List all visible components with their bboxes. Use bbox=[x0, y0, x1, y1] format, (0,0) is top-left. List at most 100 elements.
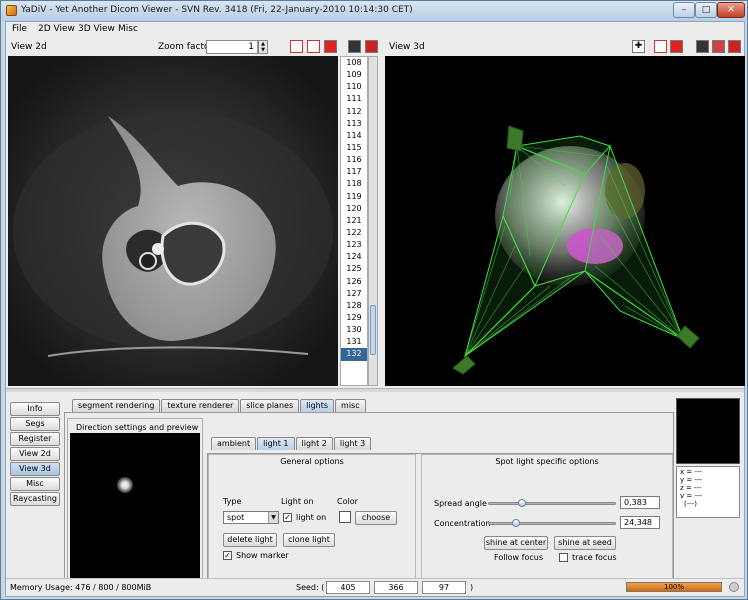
slice-item[interactable]: 111 bbox=[341, 93, 367, 105]
tab-ambient[interactable]: ambient bbox=[211, 437, 257, 450]
split-divider[interactable] bbox=[6, 388, 744, 392]
coord-y: y = --- bbox=[680, 476, 703, 484]
slice-item[interactable]: 110 bbox=[341, 81, 367, 93]
slice-item[interactable]: 113 bbox=[341, 118, 367, 130]
slice-item[interactable]: 129 bbox=[341, 312, 367, 324]
seed-close-paren: ) bbox=[470, 583, 474, 592]
slice-item[interactable]: 114 bbox=[341, 130, 367, 142]
seed-label: Seed: ( bbox=[296, 583, 325, 592]
gc-icon[interactable] bbox=[729, 582, 739, 592]
slice-item[interactable]: 116 bbox=[341, 154, 367, 166]
type-select[interactable]: spot ▼ bbox=[223, 511, 279, 524]
slice-item[interactable]: 127 bbox=[341, 288, 367, 300]
slice-item[interactable]: 120 bbox=[341, 203, 367, 215]
settings-3d-icon[interactable] bbox=[712, 40, 725, 53]
light-on-checkbox[interactable]: ✓ bbox=[283, 513, 292, 522]
slice-item[interactable]: 128 bbox=[341, 300, 367, 312]
view2d-button[interactable]: View 2d bbox=[10, 447, 60, 461]
zoom-input[interactable]: 1 bbox=[206, 40, 258, 54]
shine-at-center-button[interactable]: shine at center bbox=[484, 536, 548, 550]
info-button[interactable]: Info bbox=[10, 402, 60, 416]
direction-preview[interactable] bbox=[70, 433, 200, 585]
slice-item[interactable]: 126 bbox=[341, 276, 367, 288]
slice-item[interactable]: 112 bbox=[341, 106, 367, 118]
cube-solid-3d-icon[interactable] bbox=[670, 40, 683, 53]
spread-angle-field[interactable]: 0,383 bbox=[620, 496, 660, 509]
misc-button[interactable]: Misc bbox=[10, 477, 60, 491]
snapshot-icon[interactable] bbox=[348, 40, 361, 53]
type-label: Type bbox=[223, 497, 242, 506]
title-bar: YaDiV - Yet Another Dicom Viewer - SVN R… bbox=[1, 1, 747, 21]
menu-2d-view[interactable]: 2D View bbox=[38, 24, 75, 34]
minimize-button[interactable]: – bbox=[673, 2, 695, 18]
delete-light-button[interactable]: delete light bbox=[223, 533, 277, 547]
slice-item[interactable]: 124 bbox=[341, 251, 367, 263]
trace-focus-checkbox[interactable] bbox=[559, 553, 568, 562]
layout-icon[interactable] bbox=[290, 40, 303, 53]
slice-item[interactable]: 123 bbox=[341, 239, 367, 251]
slice-list[interactable]: 108 109 110 111 112 113 114 115 116 117 … bbox=[340, 56, 368, 386]
tab-misc[interactable]: misc bbox=[335, 399, 366, 412]
slice-item[interactable]: 130 bbox=[341, 324, 367, 336]
volume-render-view[interactable] bbox=[385, 56, 745, 386]
type-select-value: spot bbox=[227, 513, 245, 522]
register-button[interactable]: Register bbox=[10, 432, 60, 446]
menu-3d-view[interactable]: 3D View bbox=[78, 24, 115, 34]
slice-item[interactable]: 125 bbox=[341, 263, 367, 275]
cube-solid-icon[interactable] bbox=[324, 40, 337, 53]
spread-angle-track[interactable] bbox=[488, 502, 616, 505]
record-icon[interactable] bbox=[365, 40, 378, 53]
tab-segment-rendering[interactable]: segment rendering bbox=[72, 399, 161, 412]
tab-texture-renderer[interactable]: texture renderer bbox=[161, 399, 240, 412]
tab-light-3[interactable]: light 3 bbox=[333, 437, 372, 450]
slice-item[interactable]: 108 bbox=[341, 57, 367, 69]
color-swatch[interactable] bbox=[339, 511, 351, 523]
memory-usage: Memory Usage: 476 / 800 / 800MiB bbox=[10, 583, 152, 592]
seed-z-field[interactable]: 97 bbox=[422, 581, 466, 594]
tab-light-2[interactable]: light 2 bbox=[295, 437, 333, 450]
menu-file[interactable]: File bbox=[12, 24, 27, 34]
show-marker-checkbox[interactable]: ✓ bbox=[223, 551, 232, 560]
snapshot-3d-icon[interactable] bbox=[696, 40, 709, 53]
seed-y-field[interactable]: 366 bbox=[374, 581, 418, 594]
view3d-button[interactable]: View 3d bbox=[10, 462, 60, 476]
cube-outline-3d-icon[interactable] bbox=[654, 40, 667, 53]
slice-item[interactable]: 121 bbox=[341, 215, 367, 227]
segs-button[interactable]: Segs bbox=[10, 417, 60, 431]
concentration-track[interactable] bbox=[488, 522, 616, 525]
tab-slice-planes[interactable]: slice planes bbox=[240, 399, 300, 412]
axis-cross-icon[interactable]: ✚ bbox=[632, 40, 645, 53]
ct-slice-view[interactable] bbox=[8, 56, 338, 386]
spot-options-title: Spot light specific options bbox=[495, 457, 599, 466]
slice-item[interactable]: 131 bbox=[341, 336, 367, 348]
slice-item[interactable]: 122 bbox=[341, 227, 367, 239]
side-button-column: Info Segs Register View 2d View 3d Misc … bbox=[10, 402, 62, 507]
slice-item-selected[interactable]: 132 bbox=[341, 348, 367, 361]
slice-item[interactable]: 109 bbox=[341, 69, 367, 81]
choose-color-button[interactable]: choose bbox=[355, 511, 397, 525]
seed-x-field[interactable]: 405 bbox=[326, 581, 370, 594]
zoom-spinner[interactable]: ▲ ▼ bbox=[258, 40, 268, 54]
shine-at-seed-button[interactable]: shine at seed bbox=[554, 536, 616, 550]
clone-light-button[interactable]: clone light bbox=[283, 533, 335, 547]
slice-item[interactable]: 115 bbox=[341, 142, 367, 154]
tab-light-1[interactable]: light 1 bbox=[257, 437, 295, 450]
tab-lights[interactable]: lights bbox=[300, 399, 335, 412]
main-tab-bar: segment rendering texture renderer slice… bbox=[72, 399, 367, 412]
spread-angle-slider[interactable] bbox=[518, 499, 526, 507]
progress-text: 100% bbox=[663, 583, 684, 591]
concentration-slider[interactable] bbox=[512, 519, 520, 527]
slice-item[interactable]: 119 bbox=[341, 191, 367, 203]
slice-scrollbar[interactable] bbox=[368, 56, 378, 386]
record-3d-icon[interactable] bbox=[728, 40, 741, 53]
menu-misc[interactable]: Misc bbox=[118, 24, 138, 34]
slice-item[interactable]: 118 bbox=[341, 178, 367, 190]
slice-item[interactable]: 117 bbox=[341, 166, 367, 178]
concentration-field[interactable]: 24,348 bbox=[620, 516, 660, 529]
maximize-button[interactable]: □ bbox=[695, 2, 717, 18]
raycasting-button[interactable]: Raycasting bbox=[10, 492, 60, 506]
light-on-checkbox-label: light on bbox=[296, 513, 327, 522]
cube-outline-icon[interactable] bbox=[307, 40, 320, 53]
slice-scroll-thumb[interactable] bbox=[370, 305, 376, 355]
close-button[interactable]: ✕ bbox=[717, 2, 745, 18]
